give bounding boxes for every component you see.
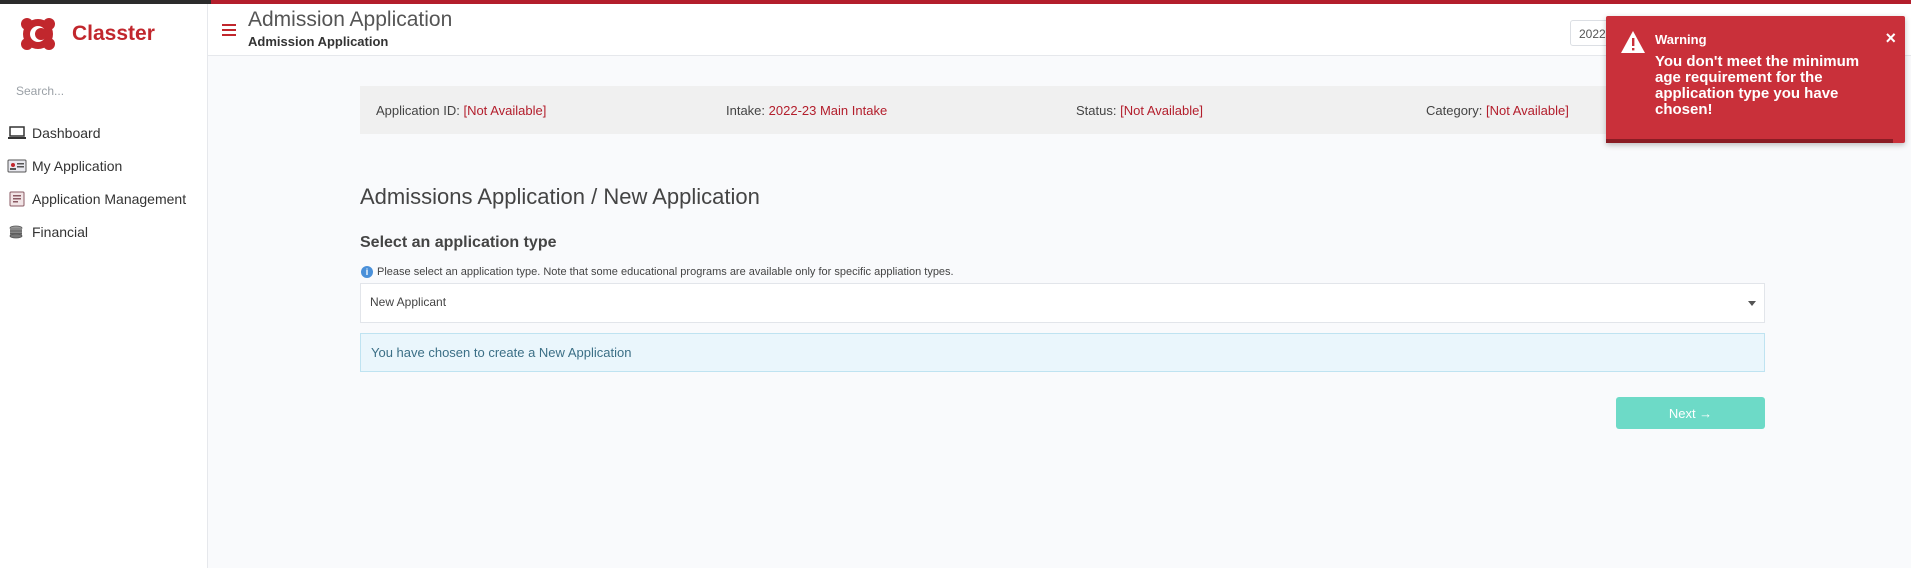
sidebar-item-label: Financial [32, 223, 89, 240]
page-title: Admission Application [248, 8, 453, 31]
status-info: Status: [Not Available] [1060, 103, 1410, 118]
info-alert-text: You have chosen to create a New Applicat… [371, 345, 632, 360]
coins-icon [7, 224, 27, 240]
info-icon: i [361, 266, 373, 278]
application-type-value: New Applicant [370, 295, 447, 309]
application-type-select[interactable]: New Applicant [360, 283, 1765, 323]
hint-text: Please select an application type. Note … [377, 266, 954, 278]
application-management-icon [7, 191, 27, 207]
sidebar-item-application-management[interactable]: Application Management [0, 182, 207, 215]
status-label: Status: [1076, 102, 1117, 118]
sidebar-item-label: My Application [32, 157, 123, 174]
laptop-icon [7, 125, 27, 141]
sidebar-item-label: Application Management [32, 190, 187, 207]
toast-timer-bar [1606, 139, 1893, 143]
sidebar-item-dashboard[interactable]: Dashboard [0, 116, 207, 149]
id-card-icon [7, 158, 27, 174]
sidebar-item-financial[interactable]: Financial [0, 215, 207, 248]
application-id-value: [Not Available] [463, 102, 547, 118]
close-icon[interactable]: × [1885, 29, 1896, 47]
intake-info: Intake: 2022-23 Main Intake [710, 103, 1060, 118]
classter-logo-icon [18, 14, 58, 54]
menu-toggle-icon[interactable] [222, 24, 236, 36]
application-info-bar: Application ID: [Not Available] Intake: … [360, 86, 1765, 134]
section-heading: Admissions Application / New Application [360, 184, 760, 209]
sidebar: Classter Dashboard My Application Applic… [0, 4, 208, 568]
category-value: [Not Available] [1486, 102, 1569, 118]
application-info-alert: You have chosen to create a New Applicat… [360, 333, 1765, 372]
select-type-heading: Select an application type [360, 234, 557, 251]
warning-icon [1620, 30, 1646, 54]
sidebar-item-my-application[interactable]: My Application [0, 149, 207, 182]
status-value: [Not Available] [1120, 102, 1203, 118]
sidebar-nav: Dashboard My Application Application Man… [0, 116, 207, 248]
application-id-label: Application ID: [376, 102, 460, 118]
sidebar-search-input[interactable] [16, 80, 186, 102]
page-subtitle: Admission Application [248, 34, 389, 49]
category-label: Category: [1426, 102, 1483, 118]
application-id-info: Application ID: [Not Available] [360, 103, 710, 118]
toast-message: You don't meet the minimum age requireme… [1655, 53, 1860, 118]
intake-label: Intake: [726, 102, 766, 118]
intake-value: 2022-23 Main Intake [768, 102, 888, 118]
sidebar-item-label: Dashboard [32, 124, 101, 141]
chevron-down-icon [1748, 301, 1756, 306]
next-button[interactable]: Next → [1616, 397, 1765, 429]
toast-title: Warning [1655, 32, 1707, 47]
warning-toast: Warning You don't meet the minimum age r… [1606, 16, 1905, 143]
select-type-hint: i Please select an application type. Not… [361, 266, 954, 278]
period-select-value: 2022 [1579, 27, 1606, 41]
brand[interactable]: Classter [0, 4, 207, 64]
brand-name: Classter [72, 22, 155, 45]
